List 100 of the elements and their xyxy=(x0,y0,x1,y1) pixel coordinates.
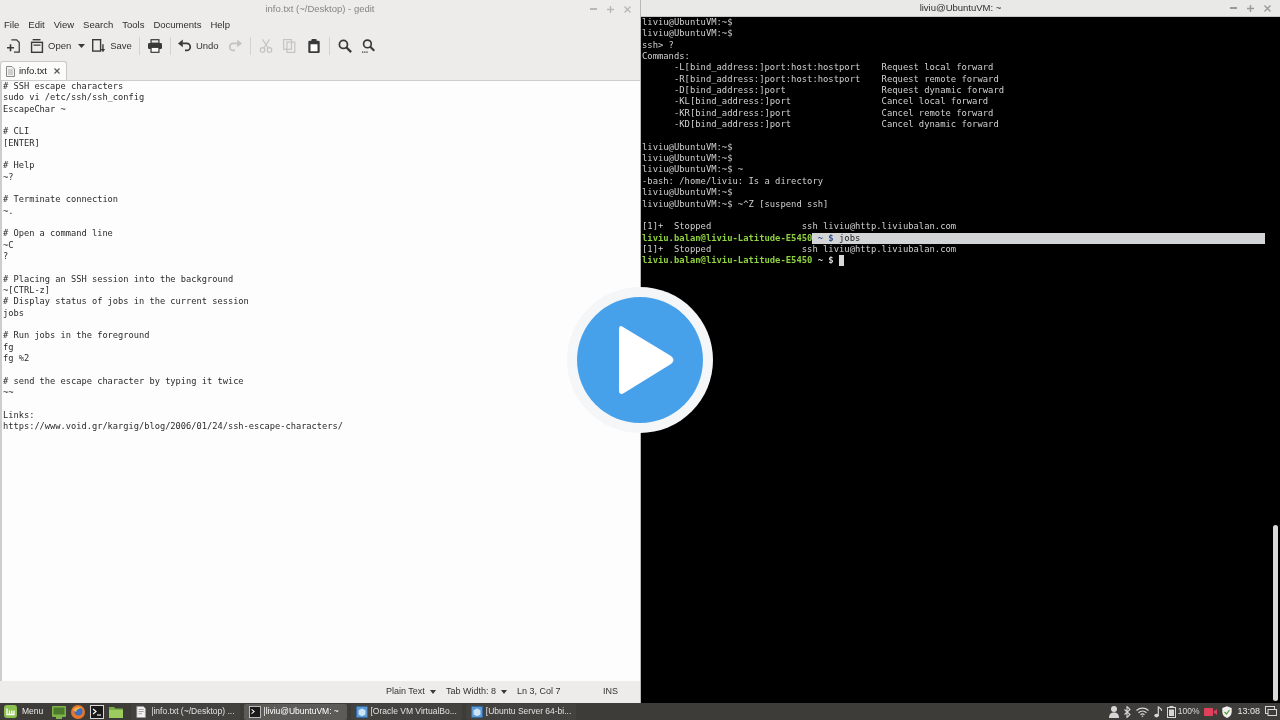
text-line: # Terminate connection xyxy=(3,194,119,206)
terminal-line: Commands: xyxy=(642,51,690,63)
text-line: fg xyxy=(3,341,14,353)
cursor-position: Ln 3, Col 7 xyxy=(517,685,561,699)
caret-icon xyxy=(501,690,508,694)
terminal-line: -D[bind_address:]port Request dynamic forward xyxy=(672,85,1005,97)
copy-icon xyxy=(282,39,297,53)
window-title: info.txt (~/Desktop) - gedit xyxy=(265,1,375,16)
menu-item[interactable]: Documents xyxy=(153,17,202,33)
user-icon[interactable] xyxy=(1108,705,1119,718)
text-line: ~[CTRL-z] xyxy=(3,284,51,297)
text-line: ~~ xyxy=(3,386,14,399)
text-line: https://www.void.gr/kargig/blog/2006/01/24/ssh-escape-characters/ xyxy=(3,420,343,433)
document-icon xyxy=(6,65,15,77)
scrollbar-thumb[interactable] xyxy=(1273,525,1278,701)
clock[interactable]: 13:08 xyxy=(1237,704,1260,719)
caret-icon xyxy=(429,690,436,694)
open-button[interactable]: Open xyxy=(26,35,76,57)
terminal-line: -L[bind_address:]port:host:hostport Request local forward xyxy=(672,62,994,74)
terminal-line: liviu@UbuntuVM:~$ xyxy=(642,28,733,40)
text-line: sudo vi /etc/ssh/ssh_config xyxy=(3,92,145,104)
document-stack-icon xyxy=(30,39,44,53)
terminal-icon xyxy=(248,705,261,718)
shield-icon[interactable] xyxy=(1222,705,1233,718)
text-line: Links: xyxy=(3,409,35,421)
clipboard-icon xyxy=(306,39,321,53)
terminal-line: ssh> ? xyxy=(642,39,674,52)
terminal-line: liviu.balan@liviu-Latitude-E5450 ~ $ jobs xyxy=(642,232,1265,244)
tab-width-dropdown[interactable]: Tab Width: 8 xyxy=(446,685,508,699)
menu-item[interactable]: Help xyxy=(210,17,230,33)
menu-item[interactable]: Edit xyxy=(28,17,45,33)
terminal-line: liviu.balan@liviu-Latitude-E5450 ~ $ xyxy=(642,255,835,267)
terminal-line: -bash: /home/liviu: Is a directory xyxy=(642,175,824,188)
insert-mode: INS xyxy=(603,685,618,699)
app-menu-icon xyxy=(4,705,17,718)
battery-percentage: 100% xyxy=(1177,705,1200,718)
globe-icon[interactable] xyxy=(71,704,86,719)
text-line: fg %2 xyxy=(3,352,30,365)
text-line: # Run jobs in the foreground xyxy=(3,330,150,342)
play-button-icon[interactable] xyxy=(567,287,713,433)
taskbar-window-button[interactable]: |info.txt (~/Desktop) ... xyxy=(131,703,240,720)
terminal-icon[interactable] xyxy=(90,704,105,719)
terminal-line: -R[bind_address:]port:host:hostport Request remote forward xyxy=(672,73,999,86)
battery-icon[interactable] xyxy=(1166,705,1176,718)
music-note-icon[interactable] xyxy=(1153,705,1162,718)
document-plus-icon xyxy=(7,39,21,53)
taskbar-window-button[interactable]: [Oracle VM VirtualBo... xyxy=(350,703,462,720)
scissors-icon xyxy=(258,39,273,53)
search-icon xyxy=(337,39,352,53)
redo-arrow-icon xyxy=(227,39,242,53)
text-line: # CLI xyxy=(3,126,30,138)
caret-icon[interactable] xyxy=(78,44,86,48)
text-line: # Placing an SSH session into the background xyxy=(3,273,234,285)
tab[interactable]: info.txt xyxy=(0,61,67,80)
text-line: # send the escape character by typing it twice xyxy=(3,375,244,387)
terminal-line: [1]+ Stopped ssh liviu@http.liviubalan.com xyxy=(642,221,957,233)
cube-icon xyxy=(355,705,368,718)
terminal-line: liviu@UbuntuVM:~$ xyxy=(642,187,733,199)
terminal-line: [1]+ Stopped ssh liviu@http.liviubalan.com xyxy=(642,243,957,255)
menu-item[interactable]: Search xyxy=(83,17,114,33)
wifi-icon[interactable] xyxy=(1135,706,1149,717)
terminal-line: liviu@UbuntuVM:~$ ~^Z [suspend ssh] xyxy=(642,198,829,210)
close-icon[interactable] xyxy=(54,68,60,74)
undo-button[interactable]: Undo xyxy=(173,35,223,57)
text-line: # SSH escape characters xyxy=(3,81,124,93)
window-title: liviu@UbuntuVM: ~ xyxy=(919,0,1002,15)
text-line: ? xyxy=(3,250,9,263)
menu-button[interactable]: Menu xyxy=(0,703,49,720)
text-editor-icon xyxy=(136,705,149,718)
save-button[interactable]: Save xyxy=(88,35,136,57)
menu-item[interactable]: Tools xyxy=(122,17,145,33)
monitor-icon[interactable] xyxy=(52,704,67,719)
menu-item[interactable]: View xyxy=(53,17,75,33)
terminal-line: liviu@UbuntuVM:~$ xyxy=(642,153,733,165)
search-replace-icon xyxy=(361,39,376,53)
folder-icon[interactable] xyxy=(109,704,124,719)
text-line: ~? xyxy=(3,171,14,183)
text-line: ~. xyxy=(3,205,14,217)
text-line: # Open a command line xyxy=(3,228,113,240)
text-line: # Display status of jobs in the current session xyxy=(3,296,249,308)
printer-icon xyxy=(147,39,162,53)
text-line: EscapeChar ~ xyxy=(3,103,66,115)
bluetooth-icon[interactable] xyxy=(1123,705,1131,718)
terminal-line: -KL[bind_address:]port Cancel local forward xyxy=(672,96,989,108)
text-line: ~C xyxy=(3,239,14,251)
cube-icon xyxy=(470,705,483,718)
taskbar-window-button[interactable]: [Ubuntu Server 64-bi... xyxy=(465,703,577,720)
undo-arrow-icon xyxy=(177,39,192,53)
text-line: jobs xyxy=(3,307,24,319)
terminal-line: liviu@UbuntuVM:~$ ~ xyxy=(642,164,744,176)
monitor-icon[interactable] xyxy=(1265,706,1277,717)
menu-item[interactable]: File xyxy=(4,17,20,33)
text-line: # Help xyxy=(3,160,35,172)
text-line: [ENTER] xyxy=(3,137,40,149)
language-dropdown[interactable]: Plain Text xyxy=(386,685,436,699)
taskbar-window-button[interactable]: |liviu@UbuntuVM: ~ xyxy=(243,703,347,720)
terminal-line: liviu@UbuntuVM:~$ xyxy=(642,141,733,154)
save-icon xyxy=(92,39,107,53)
terminal-line: -KR[bind_address:]port Cancel remote forward xyxy=(672,107,994,120)
terminal-line: -KD[bind_address:]port Cancel dynamic forward xyxy=(672,119,999,131)
